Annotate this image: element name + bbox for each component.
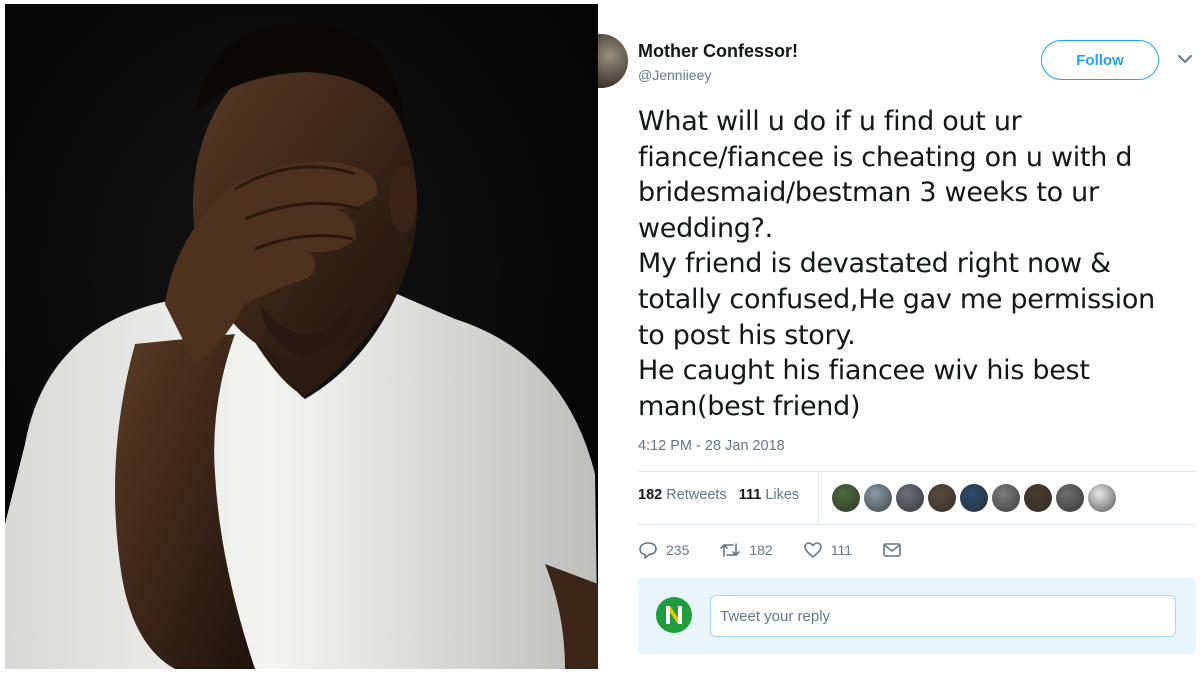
tweet-text: What will u do if u find out ur fiance/f… (638, 106, 1155, 422)
liker-avatar[interactable] (928, 484, 956, 512)
reply-count: 235 (666, 542, 690, 558)
stats-separator (818, 472, 819, 524)
like-icon (803, 542, 822, 558)
chevron-down-icon[interactable] (1178, 54, 1192, 64)
retweets-count: 182 (638, 487, 663, 503)
man-photo (5, 4, 598, 669)
follow-button[interactable]: Follow (1041, 40, 1159, 80)
retweet-action[interactable]: 182 (719, 540, 773, 560)
photo (5, 4, 598, 669)
retweet-count: 182 (749, 542, 773, 558)
liker-avatar[interactable] (1056, 484, 1084, 512)
reply-box (638, 578, 1196, 654)
liker-avatar[interactable] (864, 484, 892, 512)
author-avatar[interactable] (598, 34, 628, 88)
author-handle[interactable]: @Jenniieey (638, 67, 711, 83)
user-avatar[interactable] (656, 597, 692, 633)
liker-avatar[interactable] (960, 484, 988, 512)
liker-avatars (832, 484, 1116, 512)
likes-count: 111 (738, 487, 762, 503)
message-icon (883, 543, 901, 557)
liker-avatar[interactable] (896, 484, 924, 512)
tweet-actions: 235 182 111 (638, 540, 932, 560)
retweet-icon (720, 543, 741, 557)
tweet-timestamp[interactable]: 4:12 PM - 28 Jan 2018 (638, 438, 785, 454)
tweet-card: Mother Confessor! @Jenniieey Follow What… (598, 0, 1200, 675)
likes-label: Likes (765, 487, 800, 503)
liker-avatar[interactable] (992, 484, 1020, 512)
author-name[interactable]: Mother Confessor! (638, 41, 798, 62)
engagement-stats: 182 Retweets 111 Likes (638, 487, 799, 503)
reply-action[interactable]: 235 (638, 540, 689, 560)
direct-message-action[interactable] (882, 542, 902, 558)
reply-input[interactable] (710, 595, 1176, 637)
liker-avatar[interactable] (1088, 484, 1116, 512)
likes-stat[interactable]: 111 Likes (739, 487, 799, 503)
liker-avatar[interactable] (1024, 484, 1052, 512)
reply-icon (639, 542, 657, 559)
retweets-stat[interactable]: 182 Retweets (638, 487, 727, 503)
like-action[interactable]: 111 (803, 540, 852, 560)
liker-avatar[interactable] (832, 484, 860, 512)
divider (638, 471, 1196, 472)
like-count: 111 (830, 542, 852, 558)
retweets-label: Retweets (666, 487, 727, 503)
divider (638, 524, 1196, 525)
